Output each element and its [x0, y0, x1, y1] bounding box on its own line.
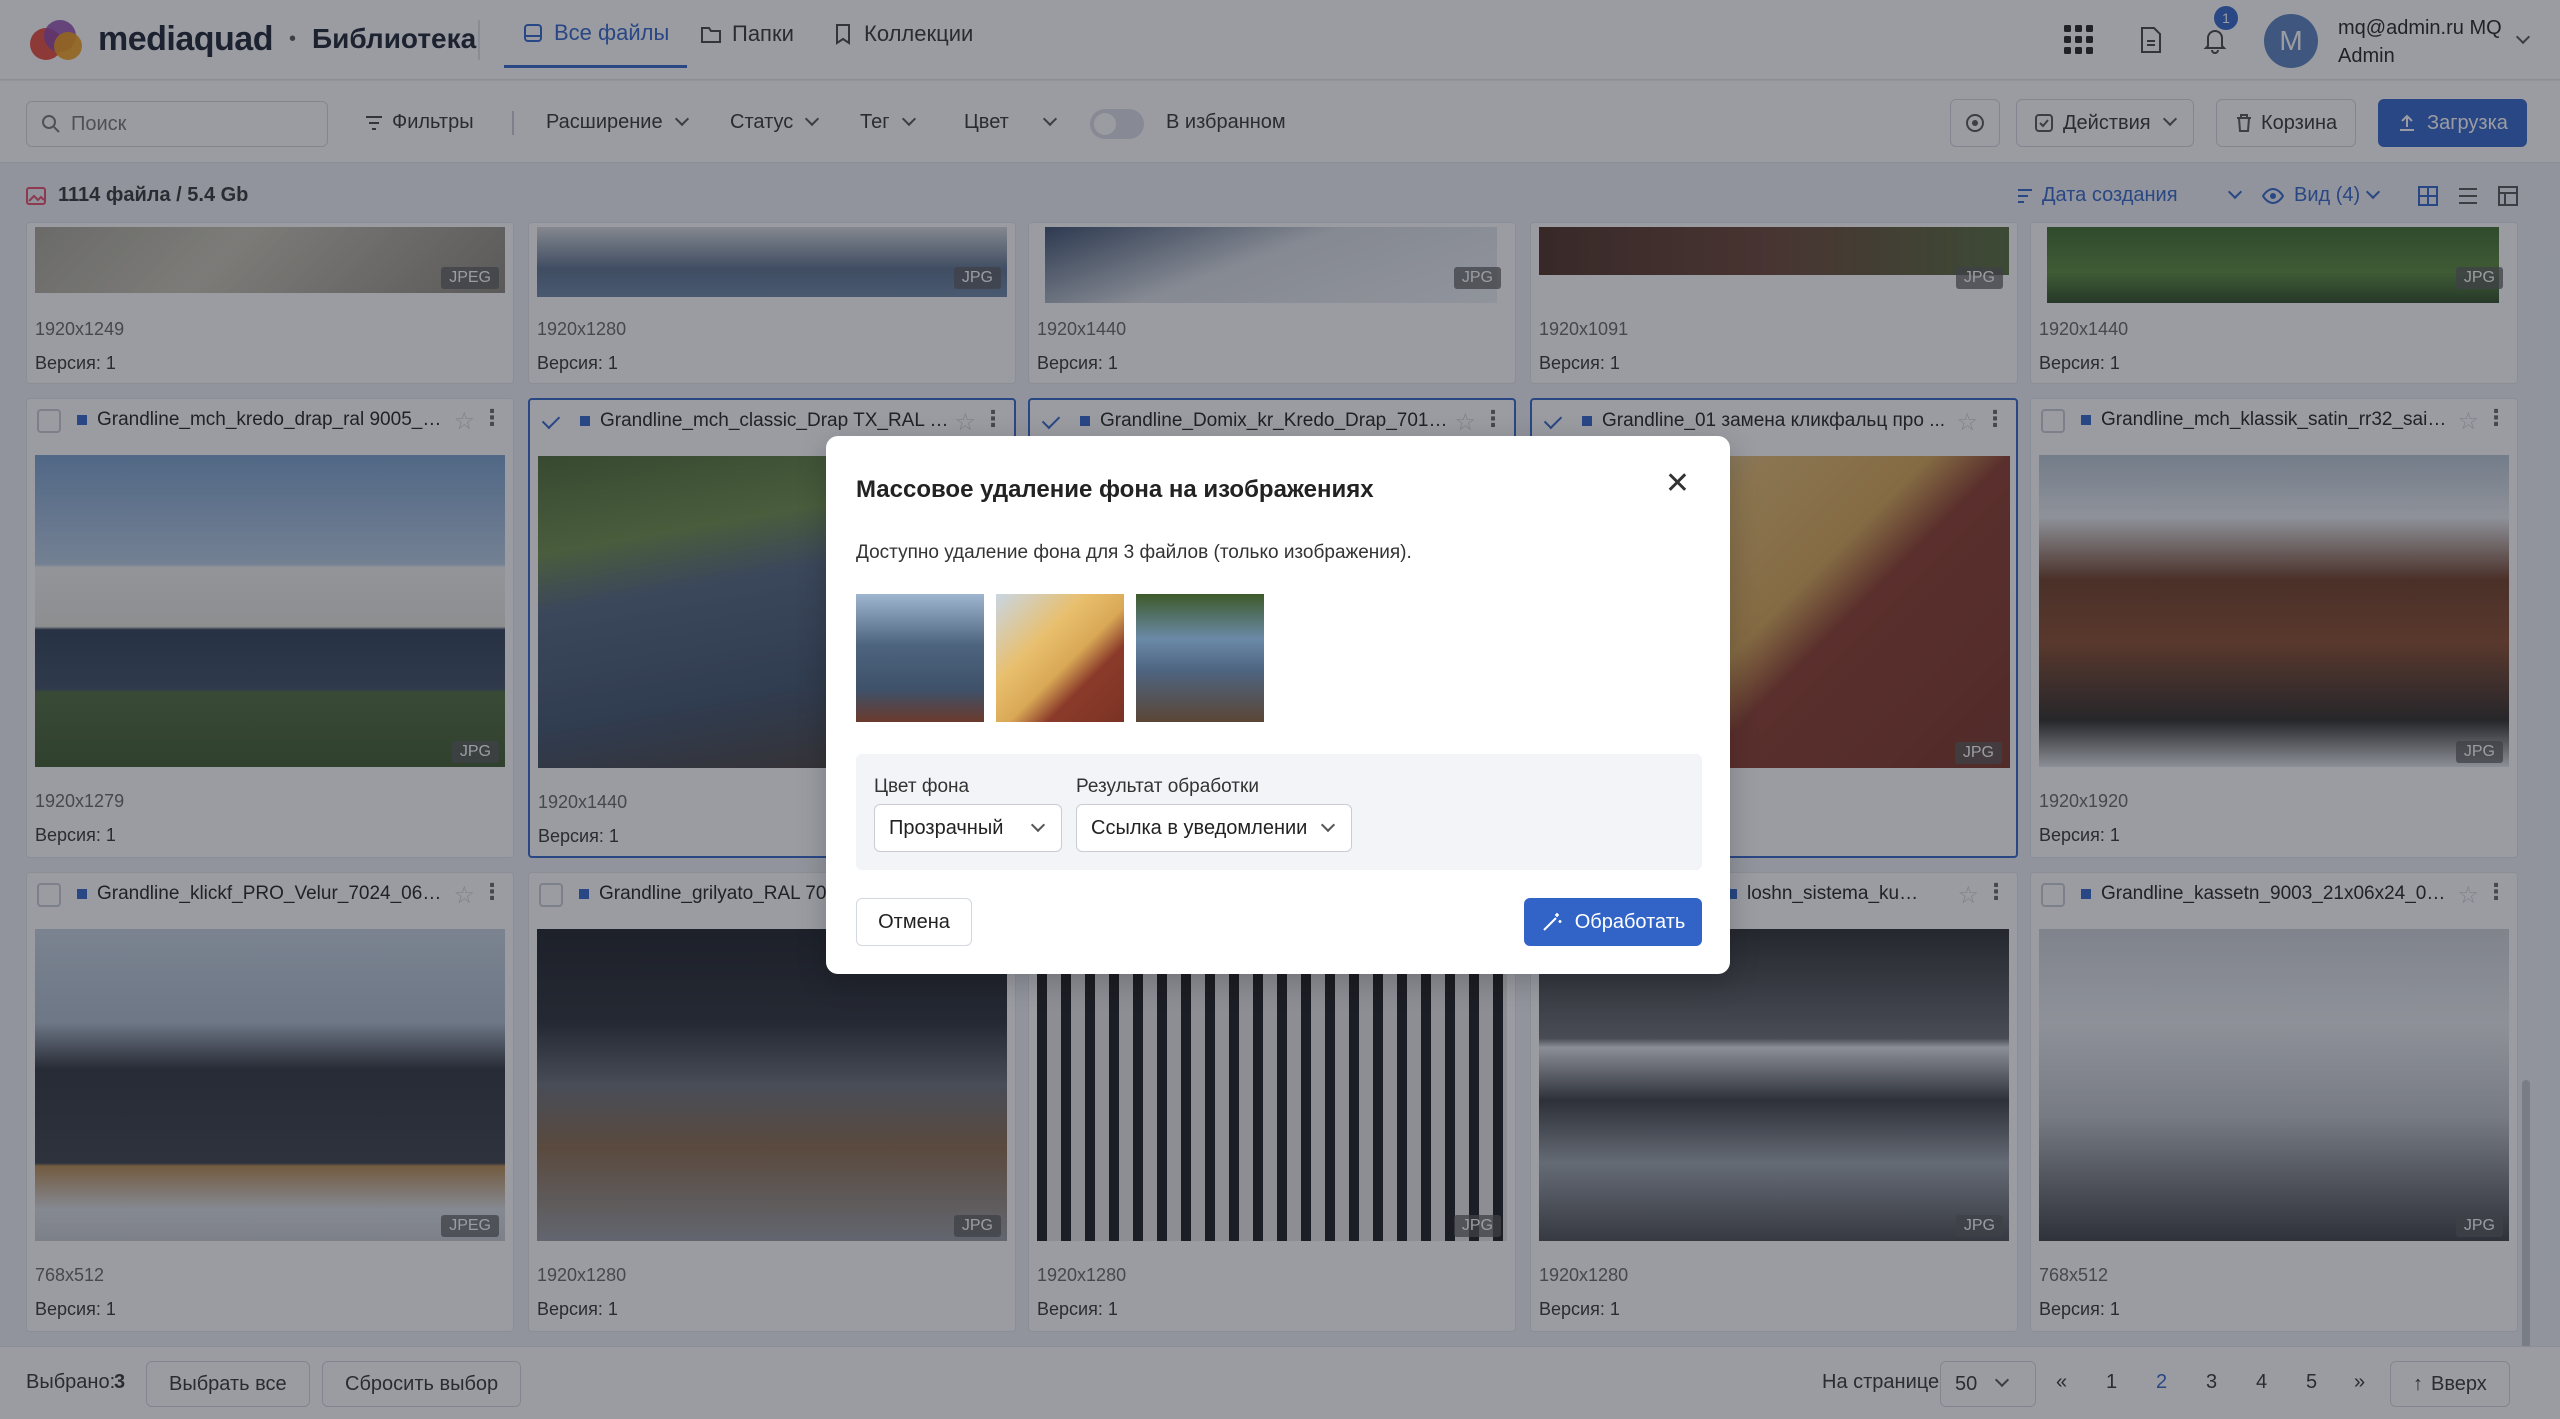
process-label: Обработать — [1574, 910, 1686, 933]
close-icon[interactable]: ✕ — [1665, 469, 1690, 499]
selected-image-thumbnail — [996, 594, 1124, 722]
bg-color-label: Цвет фона — [874, 776, 970, 797]
remove-background-dialog: Массовое удаление фона на изображениях ✕… — [826, 436, 1730, 974]
chevron-down-icon — [1320, 817, 1336, 833]
bg-color-value: Прозрачный — [889, 816, 1004, 839]
result-select[interactable]: Ссылка в уведомлении — [1076, 804, 1352, 852]
result-value: Ссылка в уведомлении — [1091, 816, 1308, 839]
magic-wand-icon — [1542, 913, 1562, 931]
cancel-button[interactable]: Отмена — [856, 898, 972, 946]
selected-image-thumbnail — [1136, 594, 1264, 722]
bg-color-select[interactable]: Прозрачный — [874, 804, 1062, 852]
dialog-title: Массовое удаление фона на изображениях — [856, 476, 1374, 503]
selected-image-thumbnail — [856, 594, 984, 722]
options-panel: Цвет фона Прозрачный Результат обработки… — [856, 754, 1702, 870]
chevron-down-icon — [1030, 817, 1046, 833]
process-button[interactable]: Обработать — [1524, 898, 1702, 946]
dialog-description: Доступно удаление фона для 3 файлов (тол… — [856, 542, 1412, 563]
result-label: Результат обработки — [1076, 776, 1259, 797]
